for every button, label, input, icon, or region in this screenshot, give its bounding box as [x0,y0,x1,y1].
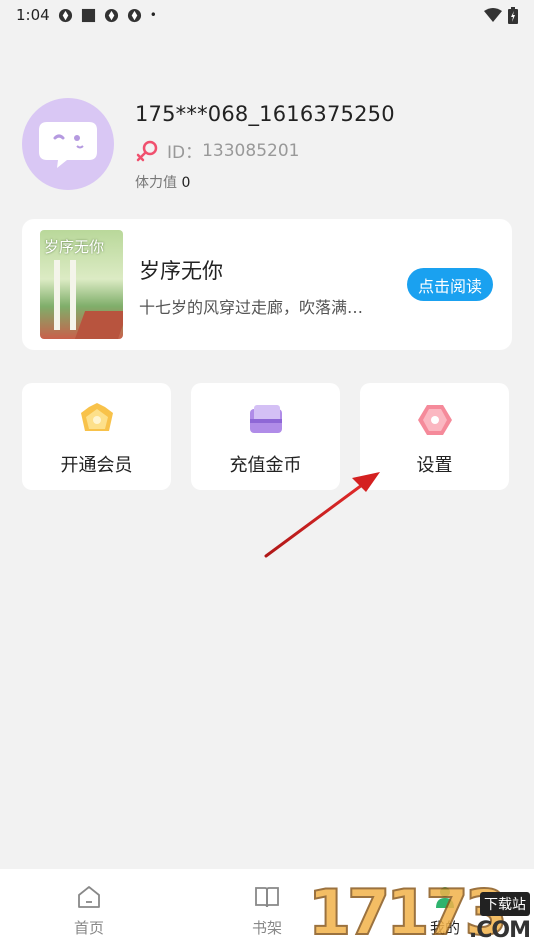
recent-book-card[interactable]: 岁序无你 岁序无你 十七岁的风穿过走廊，吹落满… 点击阅读 [22,219,512,350]
book-description: 十七岁的风穿过走廊，吹落满… [139,298,364,317]
status-time: 1:04 [16,6,50,24]
card-icon [249,405,282,433]
female-gender-icon [136,140,158,161]
cover-floor [74,311,123,339]
grid-label: 充值金币 [229,455,302,476]
tab-label: 首页 [73,919,104,937]
feature-grid: 开通会员 充值金币 设置 [22,383,509,490]
grid-label: 设置 [416,455,453,476]
app-square-icon [81,8,95,22]
stamina-row: 体力值 0 [135,172,190,192]
grid-item-vip[interactable]: 开通会员 [22,383,171,490]
profile-header: 175***068_1616375250 ID： 133085201 体力值 0 [22,98,512,194]
user-id-row: ID： 133085201 [135,138,299,163]
username: 175***068_1616375250 [135,102,395,126]
tab-home[interactable]: 首页 [0,869,178,950]
avatar[interactable] [22,98,114,190]
cover-pillar [70,260,76,330]
crown-icon [80,403,113,431]
user-id-value: 133085201 [202,140,300,161]
stamina-label: 体力值 [135,175,177,191]
chat-bubble-avatar-icon [39,122,97,168]
battery-icon [508,6,518,24]
settings-icon [417,405,452,435]
watermark-logo: 17173 下载站 .COM [307,876,534,950]
stamina-value: 0 [181,175,191,191]
cover-title: 岁序无你 [44,238,105,256]
user-id-label: ID： [167,143,203,163]
book-title: 岁序无你 [139,259,223,283]
notification-icon [127,8,141,22]
cover-pillar [54,260,60,330]
grid-item-settings[interactable]: 设置 [360,383,509,490]
watermark-site-label: 下载站 [480,892,530,916]
read-now-button[interactable]: 点击阅读 [407,268,493,301]
status-bar: 1:04 • [0,0,534,30]
home-icon [78,886,100,908]
wifi-icon [484,7,502,22]
notification-icon [58,8,72,22]
grid-item-recharge[interactable]: 充值金币 [191,383,340,490]
notification-icon [104,8,118,22]
book-cover[interactable]: 岁序无你 [40,230,123,339]
watermark-com: .COM [468,918,531,943]
book-icon [255,887,279,908]
more-notifications-dot: • [149,8,157,22]
grid-label: 开通会员 [60,455,133,476]
